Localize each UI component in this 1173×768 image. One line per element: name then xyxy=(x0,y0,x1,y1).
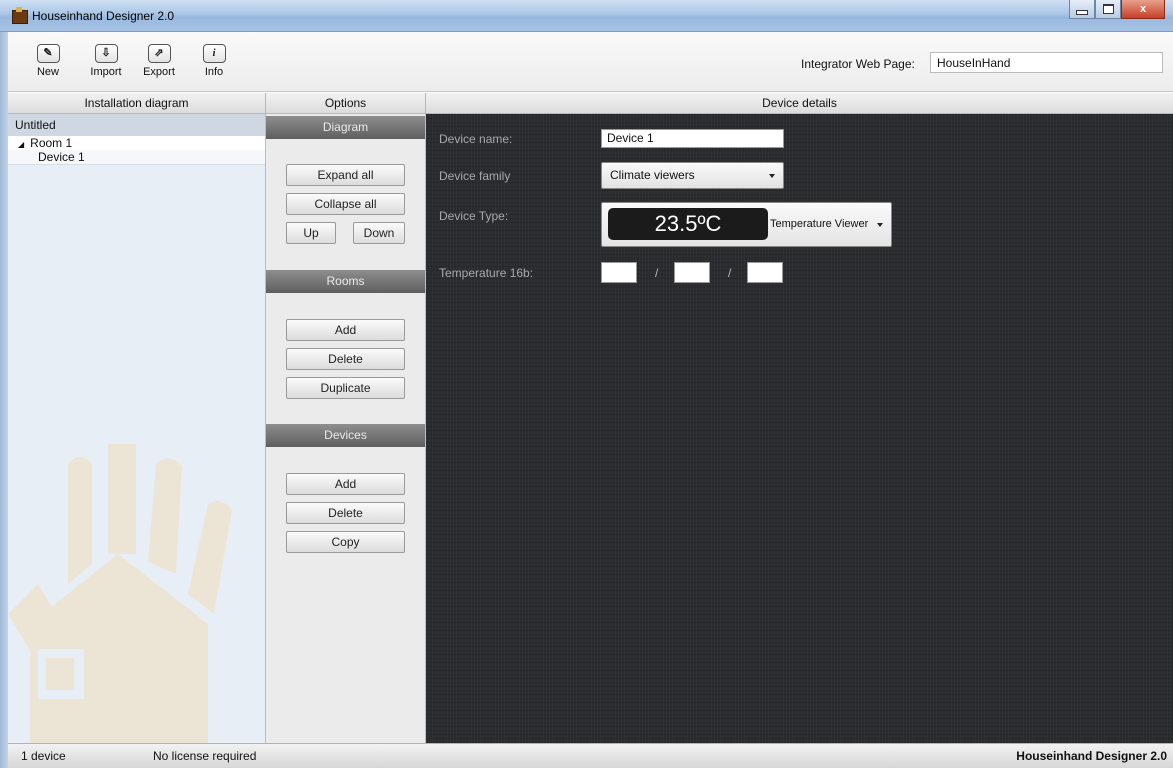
device-family-select[interactable]: Climate viewers xyxy=(601,162,784,189)
export-icon: ⇗ xyxy=(147,44,171,63)
device-name-input[interactable]: Device 1 xyxy=(601,129,784,148)
delete-room-button[interactable]: Delete xyxy=(286,348,405,370)
integrator-web-page-label: Integrator Web Page: xyxy=(801,57,915,71)
app-name-status: Houseinhand Designer 2.0 xyxy=(1016,749,1167,763)
temperature-address-field-1[interactable] xyxy=(601,262,637,283)
chevron-down-icon xyxy=(769,173,775,178)
device-details-panel: Device name: Device 1 Device family Clim… xyxy=(426,114,1173,743)
collapse-all-button[interactable]: Collapse all xyxy=(286,193,405,215)
expand-all-button[interactable]: Expand all xyxy=(286,164,405,186)
diagram-section-header: Diagram xyxy=(266,116,425,139)
info-button[interactable]: i Info xyxy=(189,44,239,78)
temperature-address-field-2[interactable] xyxy=(674,262,710,283)
minimize-button[interactable] xyxy=(1069,0,1095,19)
device-name-label: Device name: xyxy=(439,132,513,146)
room-label: Room 1 xyxy=(30,136,73,150)
window-controls: x xyxy=(1069,0,1165,20)
device-details-header: Device details xyxy=(426,93,1173,114)
expand-triangle-icon[interactable]: ◢ xyxy=(18,140,24,149)
minimize-icon xyxy=(1076,9,1088,15)
tree-room-item[interactable]: ◢ Room 1 xyxy=(8,136,265,150)
close-button[interactable]: x xyxy=(1121,0,1165,19)
copy-device-button[interactable]: Copy xyxy=(286,531,405,553)
toolbar: ✎ New ⇩ Import ⇗ Export i Info Integrato… xyxy=(8,32,1173,92)
device-type-select[interactable]: 23.5ºC Temperature Viewer xyxy=(601,202,892,247)
export-button-label: Export xyxy=(143,66,175,78)
houseinhand-watermark-icon xyxy=(8,444,232,743)
integrator-web-page-input[interactable]: HouseInHand xyxy=(930,52,1163,73)
new-button-label: New xyxy=(36,66,59,78)
device-family-label: Device family xyxy=(439,169,511,183)
info-icon: i xyxy=(202,44,226,63)
device-count-status: 1 device xyxy=(21,749,66,763)
device-family-value: Climate viewers xyxy=(610,168,695,182)
address-separator: / xyxy=(728,266,732,280)
info-button-label: Info xyxy=(204,66,224,78)
app-logo-icon xyxy=(12,7,28,24)
down-button[interactable]: Down xyxy=(353,222,405,244)
import-button-label: Import xyxy=(90,66,122,78)
window-title: Houseinhand Designer 2.0 xyxy=(32,9,175,23)
maximize-icon xyxy=(1102,4,1114,14)
license-status: No license required xyxy=(153,749,257,763)
close-icon: x xyxy=(1139,3,1147,15)
title-bar: Houseinhand Designer 2.0 x xyxy=(0,0,1173,32)
chevron-down-icon xyxy=(877,222,883,227)
delete-device-button[interactable]: Delete xyxy=(286,502,405,524)
duplicate-room-button[interactable]: Duplicate xyxy=(286,377,405,399)
new-button[interactable]: ✎ New xyxy=(23,44,73,78)
up-button[interactable]: Up xyxy=(286,222,336,244)
temperature-address-field-3[interactable] xyxy=(747,262,783,283)
device-type-value: Temperature Viewer xyxy=(770,218,869,230)
device-type-label: Device Type: xyxy=(439,209,509,223)
options-header: Options xyxy=(266,93,426,114)
installation-diagram-header: Installation diagram xyxy=(8,93,266,114)
import-icon: ⇩ xyxy=(94,44,118,63)
export-button[interactable]: ⇗ Export xyxy=(134,44,184,78)
options-panel: Diagram Expand all Collapse all Up Down … xyxy=(266,114,426,743)
tree-device-item[interactable]: Device 1 xyxy=(8,150,265,165)
add-room-button[interactable]: Add xyxy=(286,319,405,341)
tree-root-item[interactable]: Untitled xyxy=(8,114,265,136)
status-bar: 1 device No license required Houseinhand… xyxy=(8,743,1173,768)
edit-icon: ✎ xyxy=(36,44,60,63)
devices-section-header: Devices xyxy=(266,424,425,447)
temperature-16b-label: Temperature 16b: xyxy=(439,266,534,280)
maximize-button[interactable] xyxy=(1095,0,1121,19)
add-device-button[interactable]: Add xyxy=(286,473,405,495)
window-left-border xyxy=(0,32,8,768)
import-button[interactable]: ⇩ Import xyxy=(81,44,131,78)
rooms-section-header: Rooms xyxy=(266,270,425,293)
installation-tree-panel: Untitled ◢ Room 1 Device 1 xyxy=(8,114,266,743)
address-separator: / xyxy=(655,266,659,280)
temperature-preview-display: 23.5ºC xyxy=(608,208,768,240)
